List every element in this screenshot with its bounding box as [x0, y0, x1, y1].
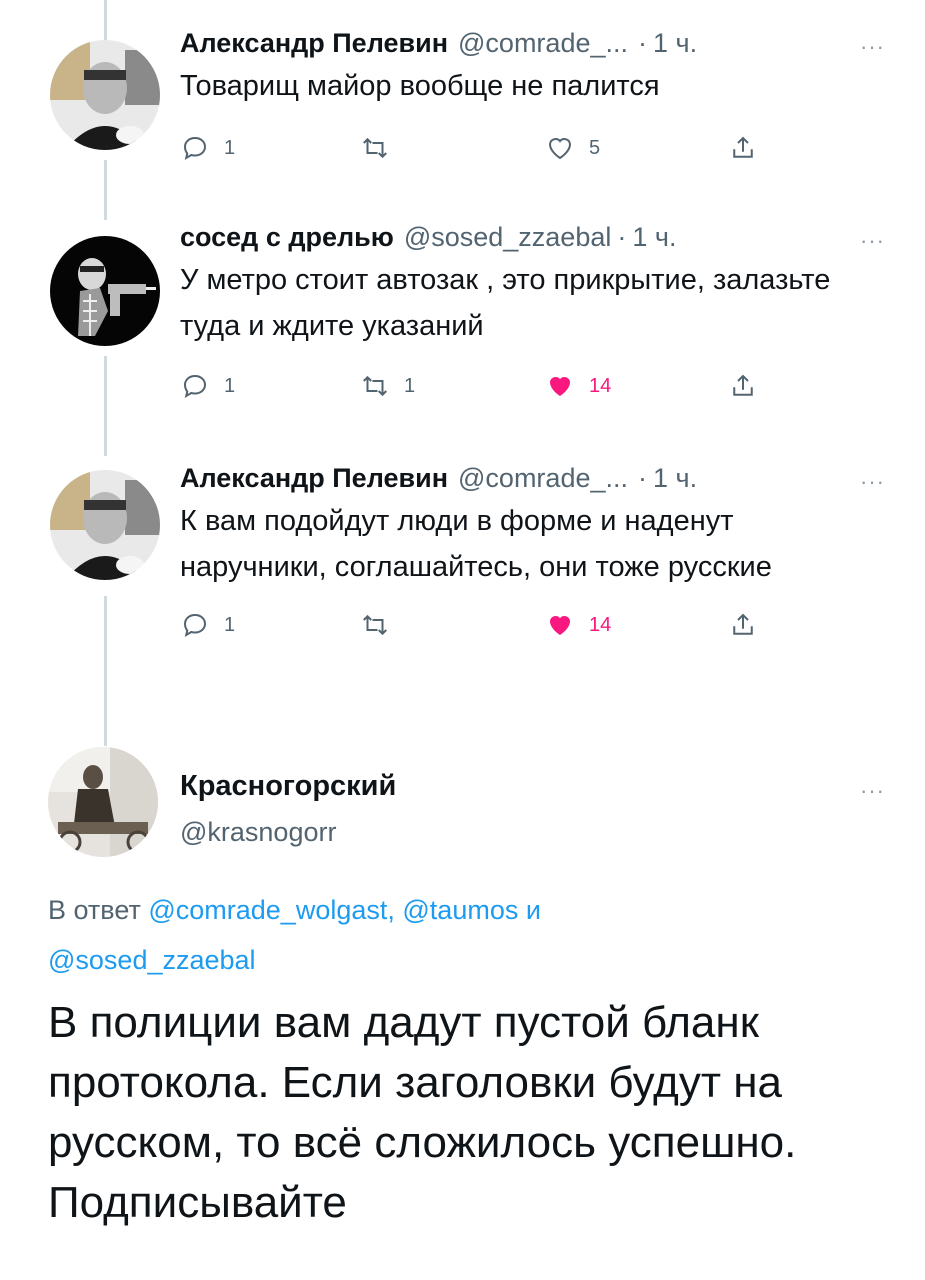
- reply-tweet[interactable]: сосед с дрелью @sosed_zzaebal · 1 ч. ···…: [180, 222, 885, 407]
- main-tweet-author[interactable]: Красногорский @krasnogorr: [180, 770, 396, 848]
- reply-icon: [183, 374, 207, 399]
- mention-link[interactable]: @comrade_wolgast,: [148, 895, 395, 925]
- share-icon: [733, 374, 753, 396]
- like-button[interactable]: 14: [545, 371, 611, 401]
- reply-icon: [183, 136, 207, 161]
- reply-count: 1: [224, 613, 236, 636]
- retweet-icon: [363, 614, 387, 636]
- like-button[interactable]: 14: [545, 610, 611, 640]
- thread-line: [104, 160, 107, 220]
- share-button[interactable]: [728, 610, 758, 640]
- author-handle[interactable]: @krasnogorr: [180, 817, 396, 848]
- reply-button[interactable]: 1: [180, 610, 235, 640]
- separator-dot: ·: [638, 463, 647, 493]
- tweet-text: Товарищ майор вообще не палится: [180, 70, 660, 102]
- retweet-icon: [363, 137, 387, 159]
- separator-dot: ·: [638, 28, 647, 58]
- thread-line: [104, 0, 107, 40]
- share-button[interactable]: [728, 371, 758, 401]
- reply-button[interactable]: 1: [180, 371, 235, 401]
- author-name[interactable]: Александр Пелевин: [180, 463, 448, 494]
- reply-tweet[interactable]: Александр Пелевин @comrade_... · 1 ч. ··…: [180, 28, 885, 169]
- mention-link[interactable]: @taumos: [402, 895, 518, 925]
- thread-line: [104, 356, 107, 456]
- like-icon: [550, 616, 570, 635]
- author-name[interactable]: сосед с дрелью: [180, 222, 394, 253]
- replying-to: В ответ @comrade_wolgast, @taumos и @sos…: [48, 885, 868, 985]
- avatar[interactable]: [50, 40, 160, 150]
- share-icon: [733, 136, 753, 158]
- reply-count: 1: [224, 136, 236, 159]
- author-handle[interactable]: @comrade_...: [458, 463, 628, 494]
- like-count: 5: [589, 136, 601, 159]
- timestamp[interactable]: 1 ч.: [653, 28, 697, 59]
- thread-line: [104, 596, 107, 746]
- author-name[interactable]: Александр Пелевин: [180, 28, 448, 59]
- like-icon: [548, 138, 572, 160]
- author-handle[interactable]: @comrade_...: [458, 28, 628, 59]
- more-icon[interactable]: ···: [860, 228, 885, 254]
- share-button[interactable]: [728, 133, 758, 163]
- retweet-button[interactable]: 1: [360, 371, 415, 401]
- author-name[interactable]: Красногорский: [180, 770, 396, 803]
- mention-link[interactable]: @sosed_zzaebal: [48, 945, 256, 975]
- avatar[interactable]: [48, 747, 158, 857]
- reply-count: 1: [224, 374, 236, 397]
- avatar[interactable]: [50, 236, 160, 346]
- retweet-count: 1: [404, 374, 416, 397]
- share-icon: [733, 613, 753, 635]
- more-icon[interactable]: ···: [860, 469, 885, 495]
- and-word: и: [525, 895, 541, 925]
- replying-label: В ответ: [48, 895, 141, 925]
- timestamp[interactable]: 1 ч.: [653, 463, 697, 494]
- more-icon[interactable]: ···: [860, 34, 885, 60]
- reply-icon: [183, 613, 207, 638]
- like-icon: [550, 377, 570, 396]
- retweet-button[interactable]: [360, 133, 404, 163]
- author-handle[interactable]: @sosed_zzaebal: [404, 222, 612, 253]
- timestamp[interactable]: 1 ч.: [632, 222, 676, 253]
- like-button[interactable]: 5: [545, 133, 600, 163]
- tweet-text: К вам подойдут люди в форме и наденут на…: [180, 505, 772, 583]
- reply-button[interactable]: 1: [180, 133, 235, 163]
- separator-dot: ·: [617, 222, 627, 252]
- like-count: 14: [589, 613, 612, 636]
- reply-tweet[interactable]: Александр Пелевин @comrade_... · 1 ч. ··…: [180, 463, 885, 646]
- retweet-icon: [363, 375, 387, 397]
- like-count: 14: [589, 374, 612, 397]
- avatar[interactable]: [50, 470, 160, 580]
- retweet-button[interactable]: [360, 610, 404, 640]
- tweet-text: У метро стоит автозак , это прикрытие, з…: [180, 264, 831, 342]
- more-icon[interactable]: ···: [860, 778, 885, 804]
- main-tweet-text: В полиции вам дадут пустой бланк протоко…: [48, 998, 797, 1227]
